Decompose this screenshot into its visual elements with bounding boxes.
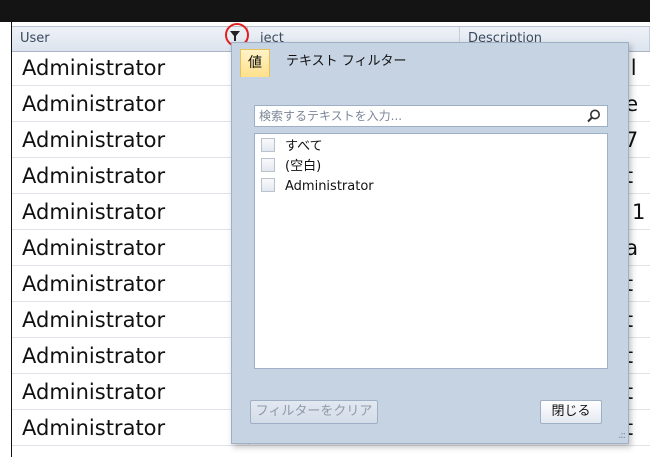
user-cell: Administrator	[22, 92, 166, 116]
tab-values[interactable]: 値	[240, 49, 270, 77]
list-item-label: (空白)	[285, 159, 322, 174]
clear-filter-button[interactable]: フィルターをクリア	[250, 400, 378, 424]
search-icon[interactable]	[586, 108, 602, 124]
user-cell: Administrator	[22, 200, 166, 224]
user-cell: Administrator	[22, 308, 166, 332]
filter-popup: 値 テキスト フィルター すべて (空白) Administrator フィルタ…	[231, 42, 629, 444]
list-item-blank[interactable]: (空白)	[261, 158, 321, 176]
user-cell: Administrator	[22, 128, 166, 152]
user-cell: Administrator	[22, 164, 166, 188]
checkbox[interactable]	[261, 158, 275, 172]
user-cell: Administrator	[22, 236, 166, 260]
close-button[interactable]: 閉じる	[540, 400, 602, 424]
left-edge	[0, 22, 12, 457]
user-cell: Administrator	[22, 344, 166, 368]
tab-text-filter[interactable]: テキスト フィルター	[286, 49, 406, 77]
column-header-user[interactable]: User	[12, 27, 248, 51]
search-box	[254, 105, 608, 127]
window-top-bar	[0, 0, 650, 22]
filter-values-list: すべて (空白) Administrator	[254, 133, 608, 369]
user-cell: Administrator	[22, 416, 166, 440]
list-item-all[interactable]: すべて	[261, 138, 323, 156]
search-input[interactable]	[259, 106, 579, 126]
list-item-administrator[interactable]: Administrator	[261, 178, 374, 196]
checkbox[interactable]	[261, 178, 275, 192]
user-cell: Administrator	[22, 380, 166, 404]
list-item-label: すべて	[285, 139, 323, 154]
user-cell: Administrator	[22, 56, 166, 80]
user-cell: Administrator	[22, 272, 166, 296]
list-item-label: Administrator	[285, 179, 374, 194]
resize-grip-icon[interactable]: .::	[618, 430, 626, 441]
checkbox[interactable]	[261, 138, 275, 152]
